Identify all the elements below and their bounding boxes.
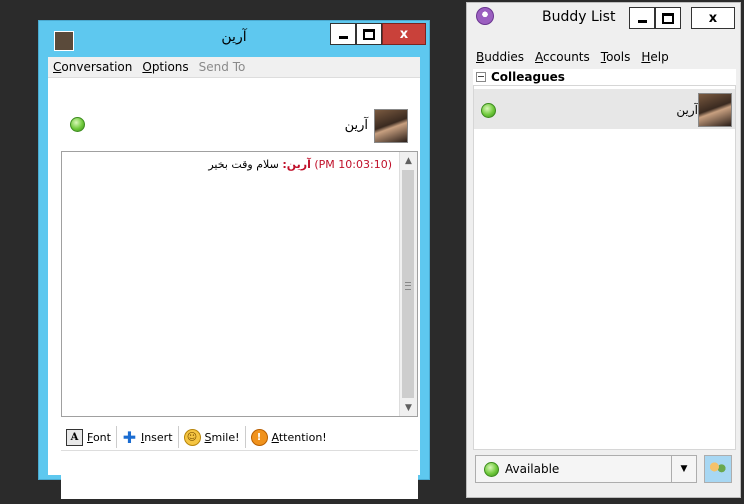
menu-conversation-label: onversation [61,60,133,74]
buddy-list: آرین [473,85,736,450]
log-message-text: سلام وقت بخیر [208,158,279,171]
conversation-buddy-name: آرین [344,118,368,133]
buddy-list-menubar: Buddies Accounts Tools Help [471,47,736,67]
log-timestamp: (10:03:10 PM) [314,158,392,171]
insert-label: Insert [140,430,173,444]
menu-send-to[interactable]: Send To [194,60,251,74]
log-message-line: (10:03:10 PM) آرین: سلام وقت بخیر [208,158,392,171]
maximize-button[interactable] [356,23,382,45]
collapse-icon[interactable] [476,72,486,82]
smile-button[interactable]: ☺ Smile! [179,426,246,448]
group-header-colleagues[interactable]: Colleagues [473,69,736,85]
group-label: Colleagues [491,70,565,84]
minimize-button[interactable] [629,7,655,29]
status-available-icon [481,103,496,118]
font-label: Font [87,430,111,444]
menu-conversation[interactable]: Conversation [48,60,137,74]
message-input[interactable] [61,451,418,499]
pidgin-icon [476,7,494,25]
buddy-list-title: Buddy List [542,9,616,25]
buddy-avatar[interactable] [374,109,408,143]
conversation-titlebar[interactable]: آرین x [39,21,429,54]
scroll-up-arrow-icon[interactable]: ▲ [400,152,417,169]
buddy-name: آرین [676,103,698,117]
conversation-menubar: Conversation Options Send To [48,57,420,78]
minimize-icon [637,19,647,23]
close-icon: x [399,26,409,42]
insert-icon: ✚ [122,427,137,447]
menu-buddies[interactable]: Buddies [476,50,530,64]
menu-accounts[interactable]: Accounts [535,50,596,64]
menu-send-to-label: Send To [198,60,246,74]
menu-help[interactable]: Help [641,50,674,64]
formatting-toolbar: A Font ✚ Insert ☺ Smile! ! Attention! [61,424,418,451]
log-scrollbar[interactable]: ▲ ▼ [399,152,417,416]
insert-button[interactable]: ✚ Insert [117,426,179,448]
smile-icon: ☺ [183,428,201,446]
status-label: Available [505,462,560,476]
smile-label: Smile! [204,430,240,444]
menu-options[interactable]: Options [137,60,193,74]
maximize-icon [363,28,375,40]
close-button[interactable]: x [382,23,426,45]
buddy-avatar [698,93,732,127]
conversation-window: آرین x Conversation Options Send To آرین… [38,20,430,499]
minimize-icon [338,35,348,39]
close-icon: x [708,10,718,26]
scroll-thumb[interactable] [402,170,414,398]
menu-options-label: ptions [151,60,189,74]
dropdown-arrow-icon[interactable]: ▼ [671,456,696,482]
status-selector[interactable]: Available ▼ [475,455,697,483]
status-available-icon [70,117,85,132]
buddy-list-window: Buddy List x Buddies Accounts Tools Help… [466,2,741,498]
log-sender: آرین: [282,158,311,171]
font-button[interactable]: A Font [61,426,117,448]
maximize-icon [662,12,674,24]
font-icon: A [66,428,83,446]
menu-tools[interactable]: Tools [601,50,637,64]
people-icon [709,462,727,476]
buddy-row[interactable]: آرین [474,89,735,129]
attention-icon: ! [250,428,268,446]
attention-label: Attention! [271,430,327,444]
buddy-icon-button[interactable] [704,455,732,483]
close-button[interactable]: x [691,7,735,29]
conversation-client: Conversation Options Send To آرین (10:03… [48,57,420,499]
menu-options-accel: O [142,60,152,74]
status-available-icon [484,461,499,477]
scroll-grip-icon [405,282,411,290]
attention-button[interactable]: ! Attention! [246,426,332,448]
maximize-button[interactable] [655,7,681,29]
conversation-log[interactable]: (10:03:10 PM) آرین: سلام وقت بخیر ▲ ▼ [61,151,418,417]
scroll-down-arrow-icon[interactable]: ▼ [400,399,417,416]
minimize-button[interactable] [330,23,356,45]
